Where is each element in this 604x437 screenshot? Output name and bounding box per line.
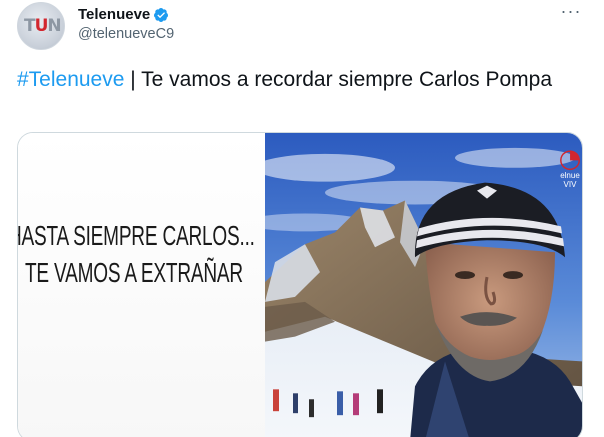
- author-avatar[interactable]: TUN: [17, 2, 65, 50]
- media-caption-line-2: TE VAMOS A EXTRAÑAR: [25, 257, 243, 288]
- tweet-body: Te vamos a recordar siempre Carlos Pompa: [141, 68, 552, 91]
- author-name-row[interactable]: Telenueve: [78, 6, 169, 23]
- channel-logo: ◔ elnue VIV: [558, 144, 582, 189]
- media-photo: [265, 133, 582, 437]
- more-options-icon[interactable]: ···: [557, 2, 585, 26]
- channel-logo-icon: ◔: [558, 144, 582, 174]
- text-separator: |: [124, 68, 142, 91]
- media-caption-panel: HASTA SIEMPRE CARLOS... TE VAMOS A EXTRA…: [18, 133, 265, 437]
- verified-badge-icon: [154, 7, 169, 22]
- hashtag-link[interactable]: #Telenueve: [17, 68, 124, 91]
- media-caption-line-1: HASTA SIEMPRE CARLOS...: [17, 220, 255, 251]
- channel-logo-text-2: VIV: [563, 180, 577, 189]
- tweet-text: #Telenueve | Te vamos a recordar siempre…: [17, 66, 587, 94]
- author-display-name[interactable]: Telenueve: [78, 6, 150, 23]
- author-handle[interactable]: @telenueveC9: [78, 26, 174, 42]
- tweet-header: TUN Telenueve @telenueveC9 ···: [17, 0, 592, 56]
- channel-logo-text: elnue: [560, 171, 580, 180]
- avatar-logo: TUN: [24, 16, 62, 36]
- tweet-media[interactable]: HASTA SIEMPRE CARLOS... TE VAMOS A EXTRA…: [17, 132, 583, 437]
